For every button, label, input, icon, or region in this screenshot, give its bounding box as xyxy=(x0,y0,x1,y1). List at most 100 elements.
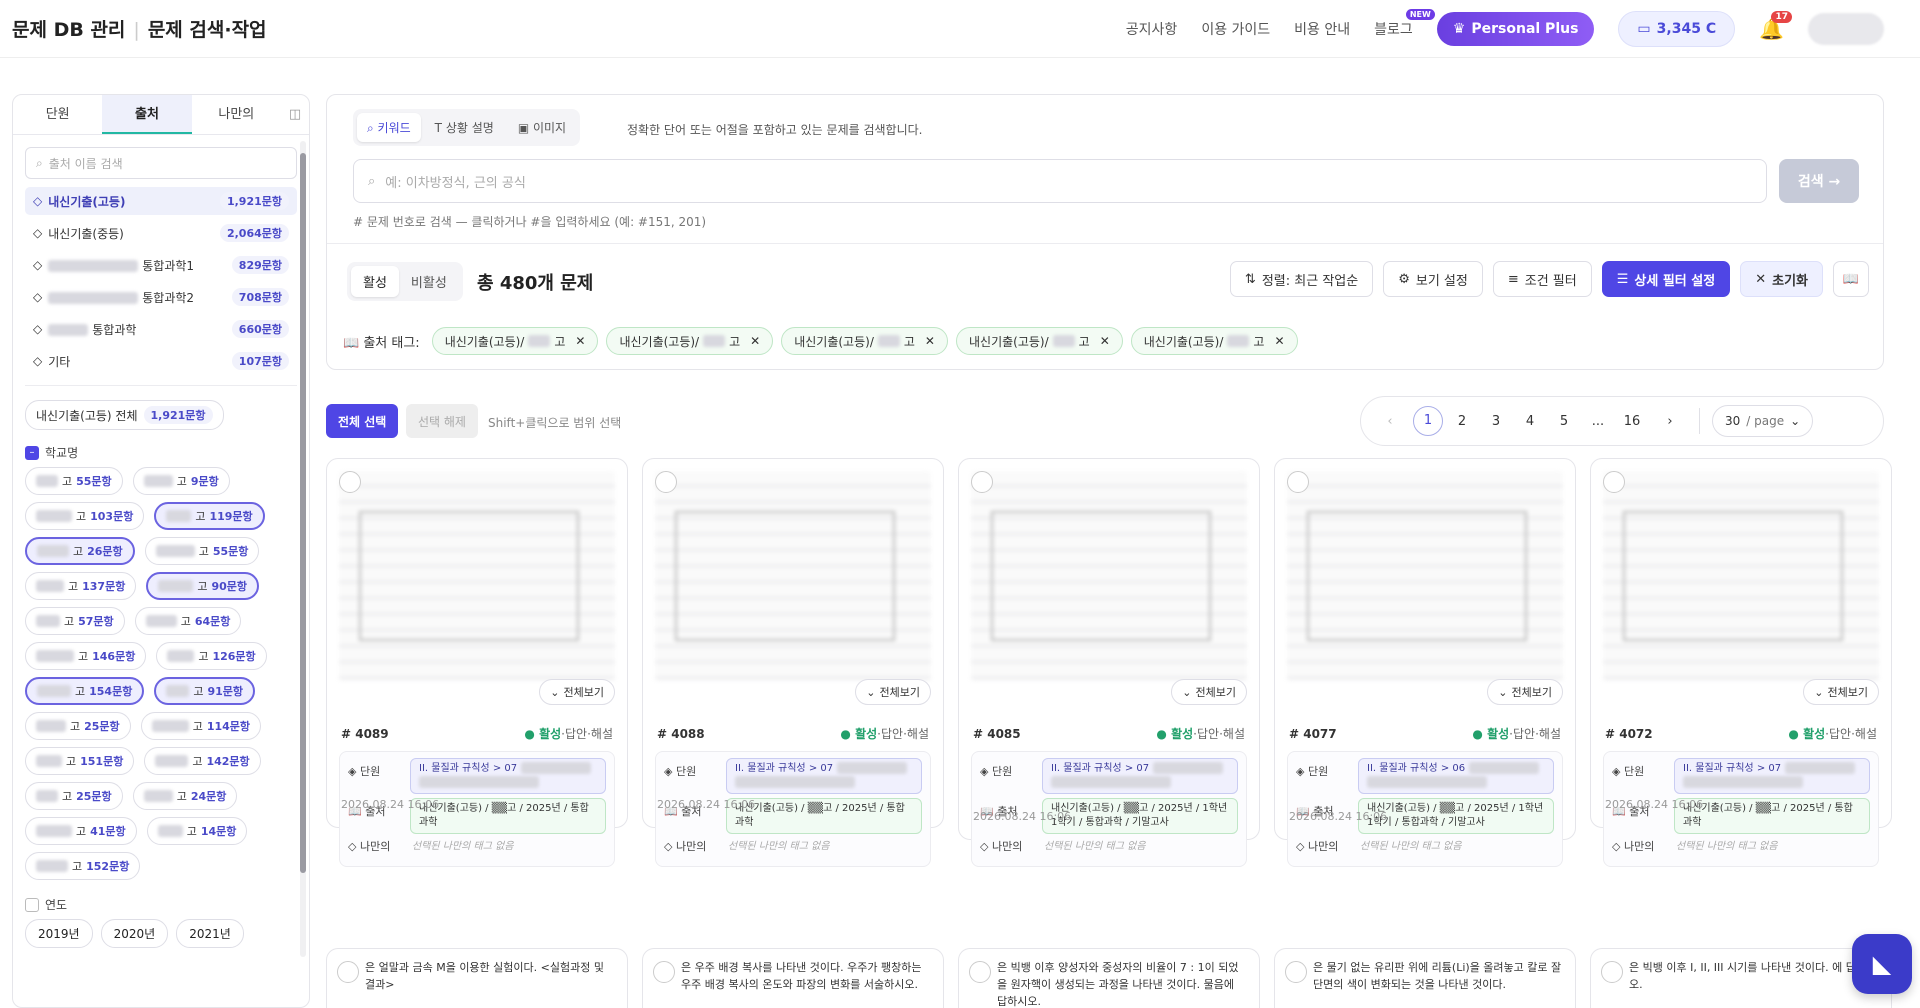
school-chip[interactable]: 고 114문항 xyxy=(140,712,262,740)
source-item[interactable]: ◇ 내신기출(중등) 2,064문항 xyxy=(25,219,297,247)
select-radio[interactable] xyxy=(1287,471,1309,493)
page-5[interactable]: 5 xyxy=(1547,414,1581,429)
solution-link[interactable]: 해설 xyxy=(1539,725,1561,742)
answer-link[interactable]: 답안 xyxy=(881,725,903,742)
tab-unit[interactable]: 단원 xyxy=(13,95,102,134)
select-radio[interactable] xyxy=(1603,471,1625,493)
source-item[interactable]: ◇ 통합과학1 829문항 xyxy=(25,251,297,279)
school-chip[interactable]: 고 41문항 xyxy=(25,817,137,845)
select-radio[interactable] xyxy=(655,471,677,493)
remove-tag-icon[interactable]: ✕ xyxy=(1100,334,1110,348)
source-value[interactable]: 내신기출(고등) / ▒▒고 / 2025년 / 1학년 1학기 / 통합과학 … xyxy=(1042,798,1238,834)
page-1[interactable]: 1 xyxy=(1413,406,1443,436)
year-chip[interactable]: 2020년 xyxy=(100,919,169,948)
solution-link[interactable]: 해설 xyxy=(1855,725,1877,742)
condition-filter-button[interactable]: ≡ 조건 필터 xyxy=(1492,261,1592,297)
problem-card[interactable]: ⌄ 전체보기 # 4088 ● 활성 · 답안 · 해설 ◈ 단원 II. 물질과 규칙성… xyxy=(642,458,944,867)
problem-card[interactable]: ⌄ 전체보기 # 4072 ● 활성 · 답안 · 해설 ◈ 단원 II. 물질과 규칙성… xyxy=(1590,458,1892,867)
next-page-icon[interactable]: › xyxy=(1653,414,1687,429)
source-item[interactable]: ◇ 통합과학2 708문항 xyxy=(25,283,297,311)
select-all-button[interactable]: 전체 선택 xyxy=(326,404,399,438)
keyword-search-input[interactable]: ⌕ 예: 이차방정식, 근의 공식 xyxy=(353,159,1767,203)
school-chip[interactable]: 고 152문항 xyxy=(25,852,141,880)
bell-icon[interactable]: 🔔 17 xyxy=(1759,11,1792,41)
school-group-checkbox[interactable]: – xyxy=(25,445,39,460)
search-button[interactable]: 검색 → xyxy=(1779,159,1859,203)
full-view-button[interactable]: ⌄ 전체보기 xyxy=(1487,679,1563,705)
problem-card[interactable]: 은 물기 없는 유리판 위에 리튬(Li)을 올려놓고 칼로 잘 단면의 색이 … xyxy=(1274,948,1576,1008)
school-chip[interactable]: 고 9문항 xyxy=(132,467,230,495)
select-radio[interactable] xyxy=(339,471,361,493)
problem-card[interactable]: 은 빅뱅 이후 I, II, III 시기를 나타낸 것이다. 에 답하시오. xyxy=(1590,948,1892,1008)
unit-value[interactable]: II. 물질과 규칙성 > 07 xyxy=(726,758,922,794)
school-chip[interactable]: 고 91문항 xyxy=(154,677,256,705)
source-tag[interactable]: 내신기출(고등)/ 고 ✕ xyxy=(781,327,948,355)
nav-notice[interactable]: 공지사항 xyxy=(1126,19,1178,39)
school-chip[interactable]: 고 137문항 xyxy=(25,572,137,600)
school-chip[interactable]: 고 64문항 xyxy=(134,607,242,635)
deselect-button[interactable]: 선택 해제 xyxy=(406,404,478,438)
source-item[interactable]: ◇ 기타 107문항 xyxy=(25,347,297,375)
chat-fab-button[interactable]: ◣ xyxy=(1852,934,1912,994)
school-chip[interactable]: 고 103문항 xyxy=(25,502,145,530)
page-size-select[interactable]: 30/ page ⌄ xyxy=(1712,405,1814,437)
source-value[interactable]: 내신기출(고등) / ▒▒고 / 2025년 / 통합과학 xyxy=(726,798,922,834)
problem-card[interactable]: ⌄ 전체보기 # 4089 ● 활성 · 답안 · 해설 ◈ 단원 II. 물질과 규칙성… xyxy=(326,458,628,867)
remove-tag-icon[interactable]: ✕ xyxy=(575,334,585,348)
select-radio[interactable] xyxy=(337,961,359,983)
brand-title[interactable]: 문제 DB 관리 | 문제 검색·작업 xyxy=(12,15,267,42)
problem-card[interactable]: 은 얼말과 금속 M을 이용한 실험이다. <실험과정 및 결과> xyxy=(326,948,628,1008)
full-view-button[interactable]: ⌄ 전체보기 xyxy=(539,679,615,705)
detail-filter-button[interactable]: ☰ 상세 필터 설정 xyxy=(1601,261,1731,297)
solution-link[interactable]: 해설 xyxy=(1223,725,1245,742)
unit-value[interactable]: II. 물질과 규칙성 > 07 xyxy=(1042,758,1238,794)
nav-pricing[interactable]: 비용 안내 xyxy=(1294,19,1350,39)
year-group-checkbox[interactable] xyxy=(25,897,39,912)
select-radio[interactable] xyxy=(653,961,675,983)
tab-image[interactable]: ▣ 이미지 xyxy=(508,113,576,142)
remove-tag-icon[interactable]: ✕ xyxy=(750,334,760,348)
problem-card[interactable]: 은 우주 배경 복사를 나타낸 것이다. 우주가 팽창하는 우주 배경 복사의 … xyxy=(642,948,944,1008)
school-chip[interactable]: 고 55문항 xyxy=(25,467,123,495)
year-group[interactable]: 연도 xyxy=(25,896,297,913)
source-tag[interactable]: 내신기출(고등)/ 고 ✕ xyxy=(1130,327,1298,355)
source-value[interactable]: 내신기출(고등) / ▒▒고 / 2025년 / 통합과학 xyxy=(1674,798,1870,834)
solution-link[interactable]: 해설 xyxy=(907,725,929,742)
tab-source[interactable]: 출처 xyxy=(102,95,192,134)
number-search-hint[interactable]: # 문제 번호로 검색 — 클릭하거나 #을 입력하세요 (예: #151, 2… xyxy=(353,213,706,230)
select-radio[interactable] xyxy=(969,961,991,983)
school-chip[interactable]: 고 151문항 xyxy=(25,747,135,775)
select-radio[interactable] xyxy=(1285,961,1307,983)
remove-tag-icon[interactable]: ✕ xyxy=(1274,334,1284,348)
source-value[interactable]: 내신기출(고등) / ▒▒고 / 2025년 / 1학년 1학기 / 통합과학 … xyxy=(1358,798,1554,834)
school-chip[interactable]: 고 55문항 xyxy=(144,537,260,565)
select-radio[interactable] xyxy=(1601,961,1623,983)
page-2[interactable]: 2 xyxy=(1445,414,1479,429)
school-chip[interactable]: 고 14문항 xyxy=(146,817,248,845)
collapse-icon[interactable]: ◫ xyxy=(281,95,309,134)
school-chip[interactable]: 고 142문항 xyxy=(144,747,261,775)
inactive-tab[interactable]: 비활성 xyxy=(399,266,459,297)
view-settings-button[interactable]: ⚙ 보기 설정 xyxy=(1383,261,1483,297)
credit-button[interactable]: ▭ 3,345 C xyxy=(1618,11,1736,47)
school-chip[interactable]: 고 24문항 xyxy=(132,782,238,810)
avatar[interactable] xyxy=(1808,13,1884,45)
answer-link[interactable]: 답안 xyxy=(1197,725,1219,742)
source-search-input[interactable]: ⌕ 출처 이름 검색 xyxy=(25,147,297,179)
page-16[interactable]: 16 xyxy=(1615,414,1649,429)
school-chip[interactable]: 고 154문항 xyxy=(25,677,145,705)
full-view-button[interactable]: ⌄ 전체보기 xyxy=(1803,679,1879,705)
sort-button[interactable]: ⇅ 정렬: 최근 작업순 xyxy=(1229,261,1374,297)
nav-guide[interactable]: 이용 가이드 xyxy=(1201,19,1270,39)
school-chip[interactable]: 고 126문항 xyxy=(156,642,267,670)
school-chip[interactable]: 고 90문항 xyxy=(146,572,260,600)
year-chip[interactable]: 2019년 xyxy=(25,919,93,948)
answer-link[interactable]: 답안 xyxy=(1513,725,1535,742)
solution-link[interactable]: 해설 xyxy=(591,725,613,742)
school-group[interactable]: – 학교명 xyxy=(25,444,297,461)
tab-keyword[interactable]: ⌕ 키워드 xyxy=(357,113,421,142)
prev-page-icon[interactable]: ‹ xyxy=(1373,414,1407,429)
problem-card[interactable]: ⌄ 전체보기 # 4085 ● 활성 · 답안 · 해설 ◈ 단원 II. 물질과 규칙성… xyxy=(958,458,1260,867)
plan-button[interactable]: ♛ Personal Plus xyxy=(1436,12,1595,46)
unit-value[interactable]: II. 물질과 규칙성 > 06 xyxy=(1358,758,1554,794)
